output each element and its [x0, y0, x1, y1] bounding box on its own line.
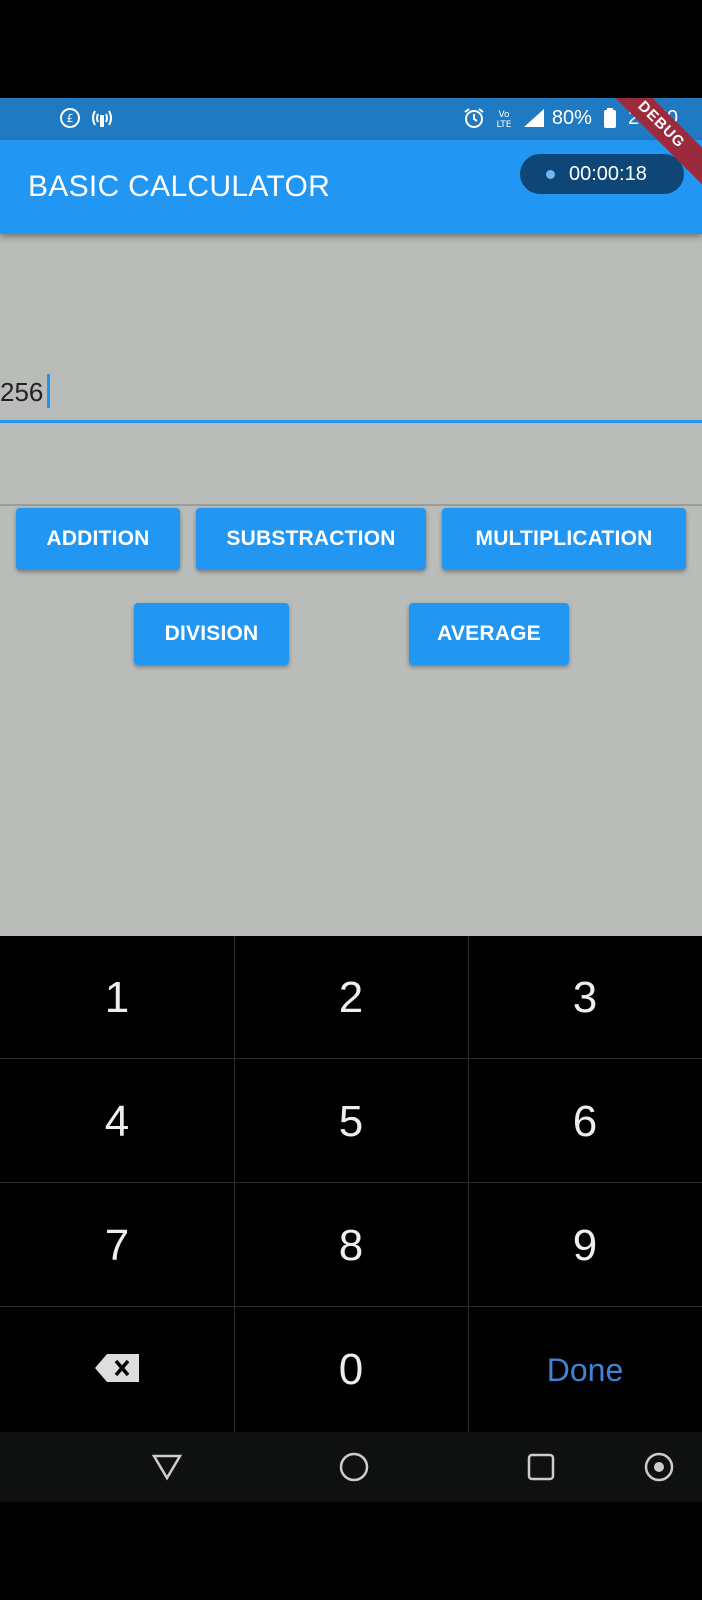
key-7[interactable]: 7	[0, 1184, 234, 1308]
division-button[interactable]: DIVISION	[134, 603, 289, 665]
backspace-icon	[93, 1345, 141, 1395]
key-0[interactable]: 0	[234, 1308, 468, 1432]
key-3[interactable]: 3	[468, 936, 702, 1060]
key-8[interactable]: 8	[234, 1184, 468, 1308]
volte-icon: Vo LTE	[492, 106, 516, 130]
battery-percent: 80%	[551, 106, 592, 129]
alarm-icon	[462, 106, 486, 130]
app-screen: £ VoLTE 80% 23:50 BASIC CALCULATOR	[0, 98, 702, 1502]
number-field[interactable]	[0, 368, 702, 424]
done-key[interactable]: Done	[468, 1308, 702, 1432]
subtraction-button[interactable]: SUBSTRACTION	[196, 508, 426, 570]
svg-text:LTE: LTE	[496, 120, 511, 129]
page-title: BASIC CALCULATOR	[28, 170, 331, 203]
key-1[interactable]: 1	[0, 936, 234, 1060]
numeric-keypad: 1 2 3 4 5 6 7 8 9 0 Done	[0, 936, 702, 1432]
home-icon[interactable]	[337, 1450, 371, 1484]
battery-icon	[598, 106, 622, 130]
key-4[interactable]: 4	[0, 1060, 234, 1184]
hotspot-icon	[90, 106, 114, 130]
field-underline	[0, 420, 702, 423]
addition-button[interactable]: ADDITION	[16, 508, 180, 570]
number-input[interactable]	[0, 368, 702, 416]
assistant-icon[interactable]	[642, 1450, 676, 1484]
signal-icon	[522, 106, 546, 130]
text-cursor	[47, 374, 50, 408]
recents-icon[interactable]	[524, 1450, 558, 1484]
navigation-bar	[0, 1432, 702, 1502]
app-bar: BASIC CALCULATOR 00:00:18	[0, 140, 702, 234]
backspace-key[interactable]	[0, 1308, 234, 1432]
key-9[interactable]: 9	[468, 1184, 702, 1308]
key-5[interactable]: 5	[234, 1060, 468, 1184]
svg-text:£: £	[67, 112, 74, 125]
recording-dot-icon	[546, 169, 555, 179]
data-saver-icon: £	[58, 106, 82, 130]
multiplication-button[interactable]: MULTIPLICATION	[442, 508, 686, 570]
svg-text:Vo: Vo	[498, 110, 509, 120]
status-bar: £ VoLTE 80% 23:50	[0, 98, 702, 140]
back-icon[interactable]	[150, 1450, 184, 1484]
divider	[0, 504, 702, 506]
average-button[interactable]: AVERAGE	[409, 603, 569, 665]
key-6[interactable]: 6	[468, 1060, 702, 1184]
key-2[interactable]: 2	[234, 936, 468, 1060]
recording-timer[interactable]: 00:00:18	[520, 154, 684, 194]
recording-timer-text: 00:00:18	[569, 162, 647, 185]
